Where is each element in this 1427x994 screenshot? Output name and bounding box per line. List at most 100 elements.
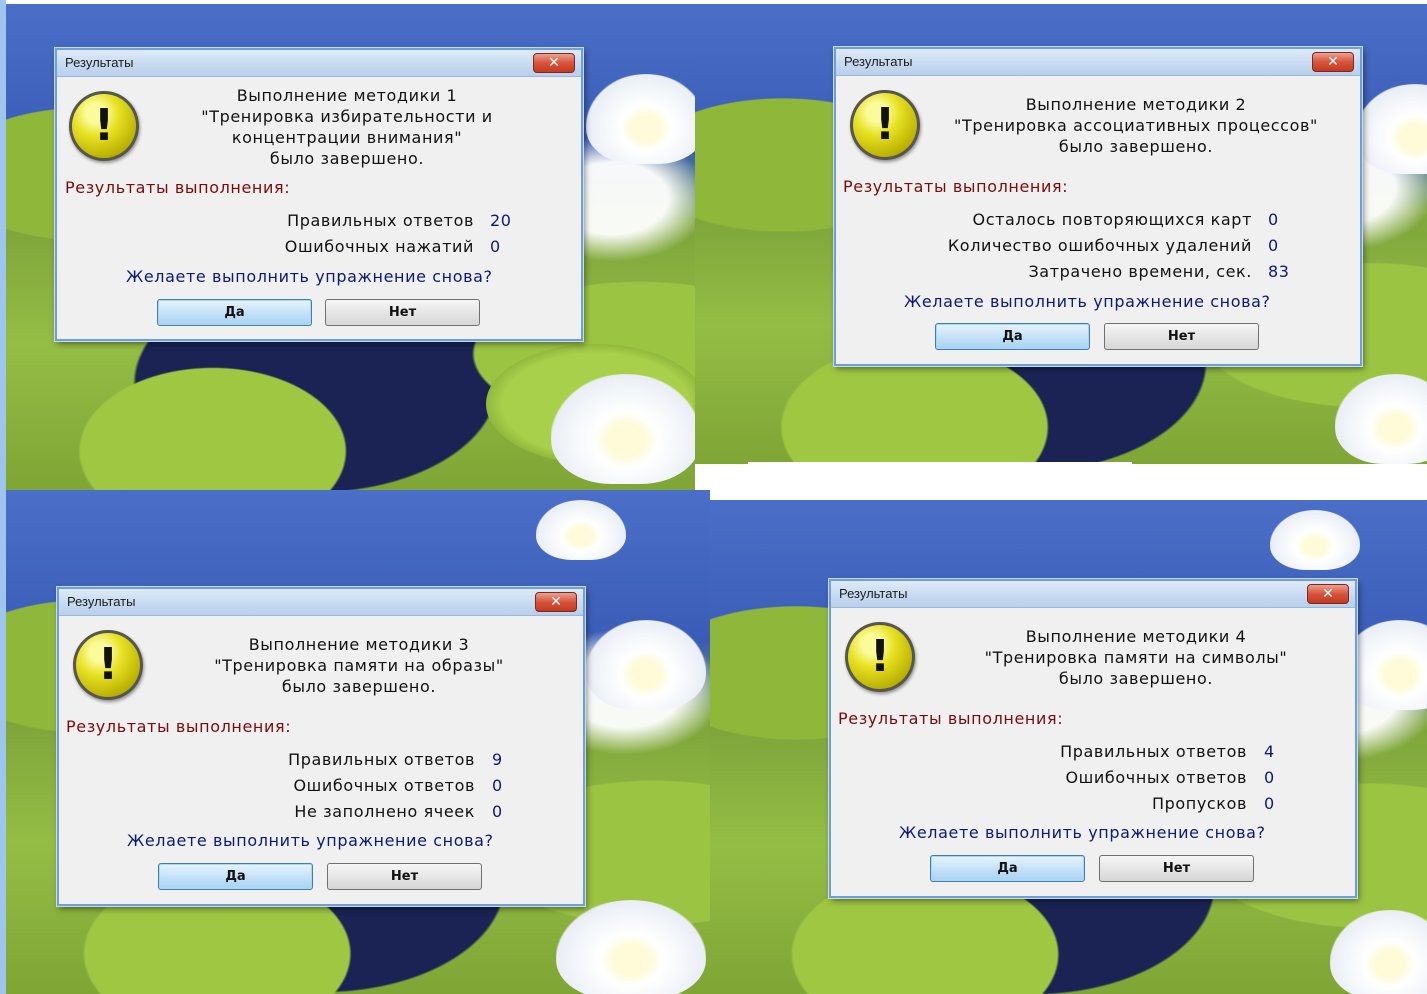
result-value: 0 — [492, 802, 503, 821]
close-icon: ✕ — [548, 55, 560, 71]
result-label: Осталось повторяющихся карт — [972, 210, 1252, 229]
dialog-title: Результаты — [844, 54, 913, 69]
close-button[interactable]: ✕ — [533, 53, 575, 73]
water-lily-flower — [551, 374, 695, 484]
retry-question: Желаете выполнить упражнение снова? — [126, 267, 493, 286]
warning-icon: ! — [845, 622, 915, 692]
result-row: Затрачено времени, сек. 83 — [836, 262, 1289, 284]
left-edge-strip — [0, 0, 6, 994]
result-row: Количество ошибочных удалений 0 — [836, 236, 1278, 258]
dialog-title: Результаты — [839, 586, 908, 601]
message-line: было завершено. — [1058, 137, 1214, 156]
results-dialog-2: Результаты ✕ ! Выполнение методики 2 "Тр… — [834, 47, 1362, 366]
no-button[interactable]: Нет — [1099, 855, 1254, 882]
message-line: "Тренировка памяти на образы" — [214, 656, 504, 675]
message-line: Выполнение методики 1 — [236, 86, 458, 105]
yes-button[interactable]: Да — [158, 863, 313, 890]
result-value: 83 — [1268, 262, 1290, 281]
warning-icon: ! — [69, 91, 139, 161]
result-value: 0 — [1268, 210, 1279, 229]
result-value: 0 — [492, 776, 503, 795]
warning-icon: ! — [850, 90, 920, 160]
message-line: Выполнение методики 2 — [1025, 95, 1247, 114]
close-icon: ✕ — [550, 594, 562, 610]
close-icon: ✕ — [1327, 54, 1339, 70]
result-row: Ошибочных ответов 0 — [831, 768, 1274, 790]
result-value: 9 — [492, 750, 503, 769]
water-lily-flower — [586, 620, 706, 710]
close-button[interactable]: ✕ — [1307, 584, 1349, 604]
results-header: Результаты выполнения: — [66, 717, 292, 736]
result-label: Не заполнено ячеек — [294, 802, 475, 821]
retry-question: Желаете выполнить упражнение снова? — [904, 292, 1271, 311]
message-line: Выполнение методики 4 — [1025, 627, 1247, 646]
close-button[interactable]: ✕ — [535, 592, 577, 612]
result-value: 0 — [490, 237, 501, 256]
result-value: 20 — [490, 211, 512, 230]
water-lily-flower — [556, 900, 706, 994]
dialog-title: Результаты — [67, 594, 136, 609]
no-button[interactable]: Нет — [325, 299, 480, 326]
result-row: Пропусков 0 — [831, 794, 1274, 816]
result-label: Правильных ответов — [288, 750, 475, 769]
result-label: Количество ошибочных удалений — [947, 236, 1252, 255]
yes-button[interactable]: Да — [935, 323, 1090, 350]
result-label: Ошибочных ответов — [1065, 768, 1247, 787]
results-dialog-4: Результаты ✕ ! Выполнение методики 4 "Тр… — [829, 579, 1357, 898]
result-row: Ошибочных нажатий 0 — [57, 237, 500, 259]
result-row: Не заполнено ячеек 0 — [59, 802, 502, 824]
results-header: Результаты выполнения: — [843, 177, 1069, 196]
warning-icon: ! — [73, 630, 143, 700]
water-lily-flower — [536, 500, 626, 560]
completion-message: Выполнение методики 3 "Тренировка памяти… — [179, 634, 539, 697]
completion-message: Выполнение методики 1 "Тренировка избира… — [177, 85, 517, 169]
results-dialog-3: Результаты ✕ ! Выполнение методики 3 "Тр… — [57, 587, 585, 906]
result-row: Ошибочных ответов 0 — [59, 776, 502, 798]
dialog-titlebar: Результаты ✕ — [57, 50, 581, 77]
water-lily-flower — [1335, 374, 1427, 464]
water-lily-flower — [1330, 910, 1427, 994]
retry-question: Желаете выполнить упражнение снова? — [899, 823, 1266, 842]
result-value: 0 — [1268, 236, 1279, 255]
completion-message: Выполнение методики 2 "Тренировка ассоци… — [941, 94, 1331, 157]
results-dialog-1: Результаты ✕ ! Выполнение методики 1 "Тр… — [55, 48, 583, 341]
result-row: Правильных ответов 9 — [59, 750, 502, 772]
close-button[interactable]: ✕ — [1312, 52, 1354, 72]
result-label: Правильных ответов — [1060, 742, 1247, 761]
water-lily-flower — [1270, 510, 1360, 570]
message-line: "Тренировка памяти на символы" — [984, 648, 1288, 667]
results-header: Результаты выполнения: — [65, 178, 291, 197]
close-icon: ✕ — [1322, 586, 1334, 602]
message-line: концентрации внимания" — [231, 128, 463, 147]
retry-question: Желаете выполнить упражнение снова? — [127, 831, 494, 850]
dialog-titlebar: Результаты ✕ — [59, 589, 583, 616]
dialog-titlebar: Результаты ✕ — [831, 581, 1355, 608]
white-gap — [748, 462, 1132, 500]
dialog-titlebar: Результаты ✕ — [836, 49, 1360, 76]
result-value: 4 — [1264, 742, 1275, 761]
result-row: Правильных ответов 4 — [831, 742, 1274, 764]
message-line: "Тренировка ассоциативных процессов" — [954, 116, 1318, 135]
no-button[interactable]: Нет — [1104, 323, 1259, 350]
dialog-title: Результаты — [65, 55, 134, 70]
no-button[interactable]: Нет — [327, 863, 482, 890]
result-value: 0 — [1264, 768, 1275, 787]
result-label: Пропусков — [1152, 794, 1247, 813]
yes-button[interactable]: Да — [930, 855, 1085, 882]
result-row: Правильных ответов 20 — [57, 211, 511, 233]
message-line: "Тренировка избирательности и — [201, 107, 493, 126]
message-line: было завершено. — [281, 677, 437, 696]
result-value: 0 — [1264, 794, 1275, 813]
message-line: было завершено. — [1058, 669, 1214, 688]
results-header: Результаты выполнения: — [838, 709, 1064, 728]
water-lily-flower — [1355, 84, 1427, 174]
result-label: Ошибочных нажатий — [284, 237, 474, 256]
message-line: было завершено. — [269, 149, 425, 168]
yes-button[interactable]: Да — [157, 299, 312, 326]
result-label: Ошибочных ответов — [293, 776, 475, 795]
message-line: Выполнение методики 3 — [248, 635, 470, 654]
completion-message: Выполнение методики 4 "Тренировка памяти… — [951, 626, 1321, 689]
result-label: Затрачено времени, сек. — [1028, 262, 1252, 281]
water-lily-flower — [586, 74, 695, 164]
result-row: Осталось повторяющихся карт 0 — [836, 210, 1279, 232]
